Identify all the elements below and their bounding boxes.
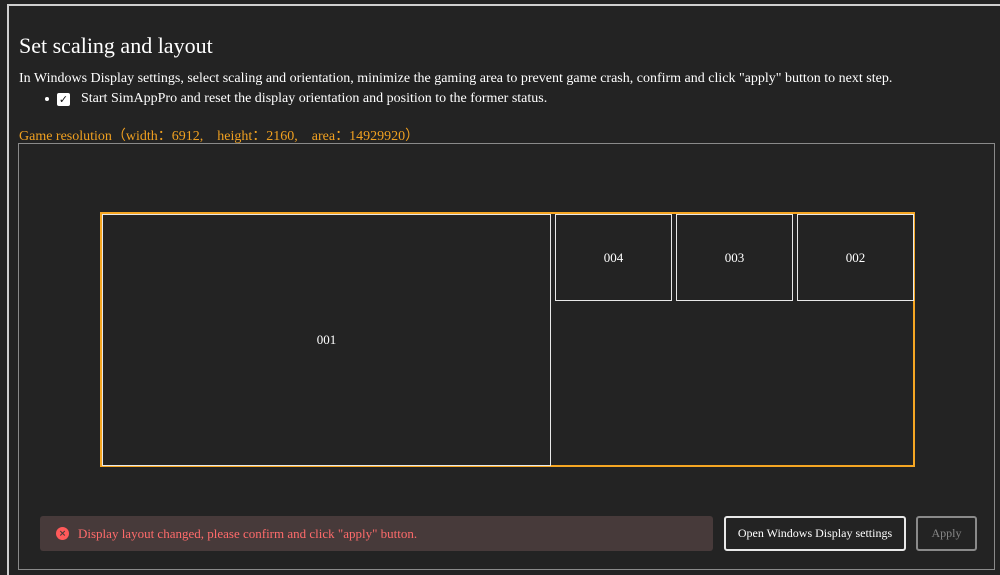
monitor-label: 001 [316,332,337,347]
open-display-settings-button[interactable]: Open Windows Display settings [724,516,906,551]
reset-option: ✓ Start SimAppPro and reset the display … [45,91,547,107]
error-icon: × [56,527,69,540]
monitor-004[interactable]: 004 [555,214,672,301]
monitor-label: 002 [845,249,866,265]
bullet-dot [45,97,49,101]
apply-button[interactable]: Apply [916,516,977,551]
layout-changed-alert: × Display layout changed, please confirm… [40,516,713,551]
monitor-001[interactable]: 001 [102,214,551,466]
instructions-text: In Windows Display settings, select scal… [19,71,893,86]
window-top-border [7,4,1000,6]
window-left-border [7,4,9,575]
reset-checkbox-label[interactable]: Start SimAppPro and reset the display or… [81,91,547,107]
monitor-label: 003 [724,249,745,265]
page-title: Set scaling and layout [19,33,213,58]
monitor-label: 004 [603,249,624,265]
reset-checkbox[interactable]: ✓ [57,92,70,106]
game-resolution-text: Game resolution（width：6912, height：2160,… [19,129,420,144]
monitor-002[interactable]: 002 [797,214,914,301]
alert-text: Display layout changed, please confirm a… [78,525,418,541]
monitor-003[interactable]: 003 [676,214,793,301]
